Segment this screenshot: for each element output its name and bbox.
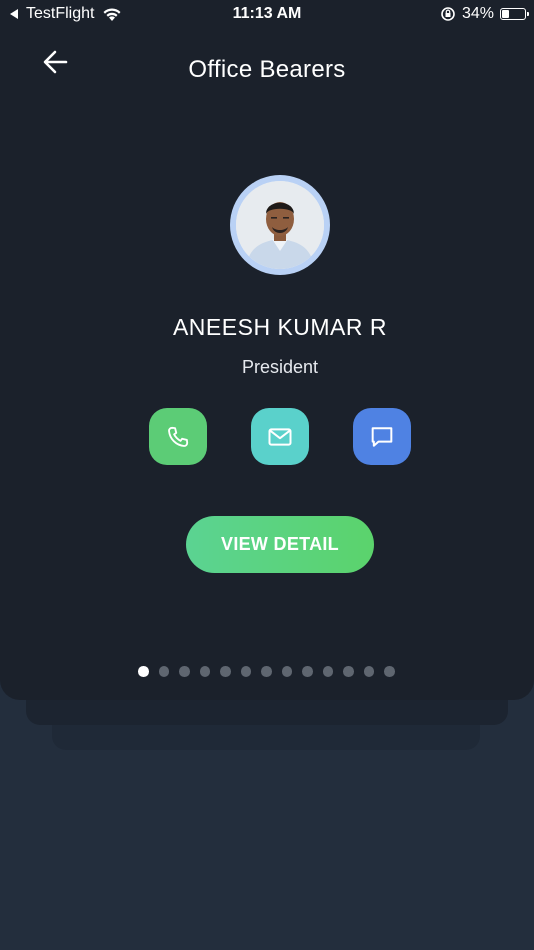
- chat-button[interactable]: [353, 408, 411, 465]
- pagination-dots[interactable]: [138, 666, 395, 677]
- person-role: President: [241, 357, 319, 377]
- orientation-lock-icon: [441, 7, 455, 21]
- page-title: Office Bearers: [188, 56, 346, 83]
- mail-button[interactable]: [251, 408, 309, 465]
- pagination-dot[interactable]: [363, 666, 374, 677]
- pagination-dot[interactable]: [240, 666, 251, 677]
- pagination-dot[interactable]: [281, 666, 292, 677]
- call-button[interactable]: [149, 408, 207, 465]
- header: Office Bearers: [0, 40, 534, 100]
- pagination-dot[interactable]: [179, 666, 190, 677]
- battery-icon: [500, 8, 529, 20]
- pagination-dot[interactable]: [322, 666, 333, 677]
- pagination-dot[interactable]: [261, 666, 272, 677]
- avatar: [230, 175, 330, 275]
- pagination-dot[interactable]: [138, 666, 149, 677]
- pagination-dot[interactable]: [384, 666, 395, 677]
- person-name: ANEESH KUMAR R: [172, 314, 388, 340]
- pagination-dot[interactable]: [343, 666, 354, 677]
- pagination-dot[interactable]: [302, 666, 313, 677]
- status-right: 34%: [440, 5, 529, 23]
- pagination-dot[interactable]: [199, 666, 210, 677]
- avatar-photo: [236, 181, 324, 269]
- view-detail-button[interactable]: VIEW DETAIL: [186, 516, 374, 573]
- status-bar: TestFlight 11:13 AM 34%: [0, 0, 534, 28]
- mail-icon: [268, 427, 292, 446]
- pagination-dot[interactable]: [220, 666, 231, 677]
- pagination-dot[interactable]: [158, 666, 169, 677]
- office-bearer-card[interactable]: Office Bearers ANEESH KUMAR R President: [0, 0, 534, 700]
- battery-percent: 34%: [461, 5, 494, 22]
- chat-icon: [371, 426, 393, 447]
- phone-icon: [168, 426, 189, 447]
